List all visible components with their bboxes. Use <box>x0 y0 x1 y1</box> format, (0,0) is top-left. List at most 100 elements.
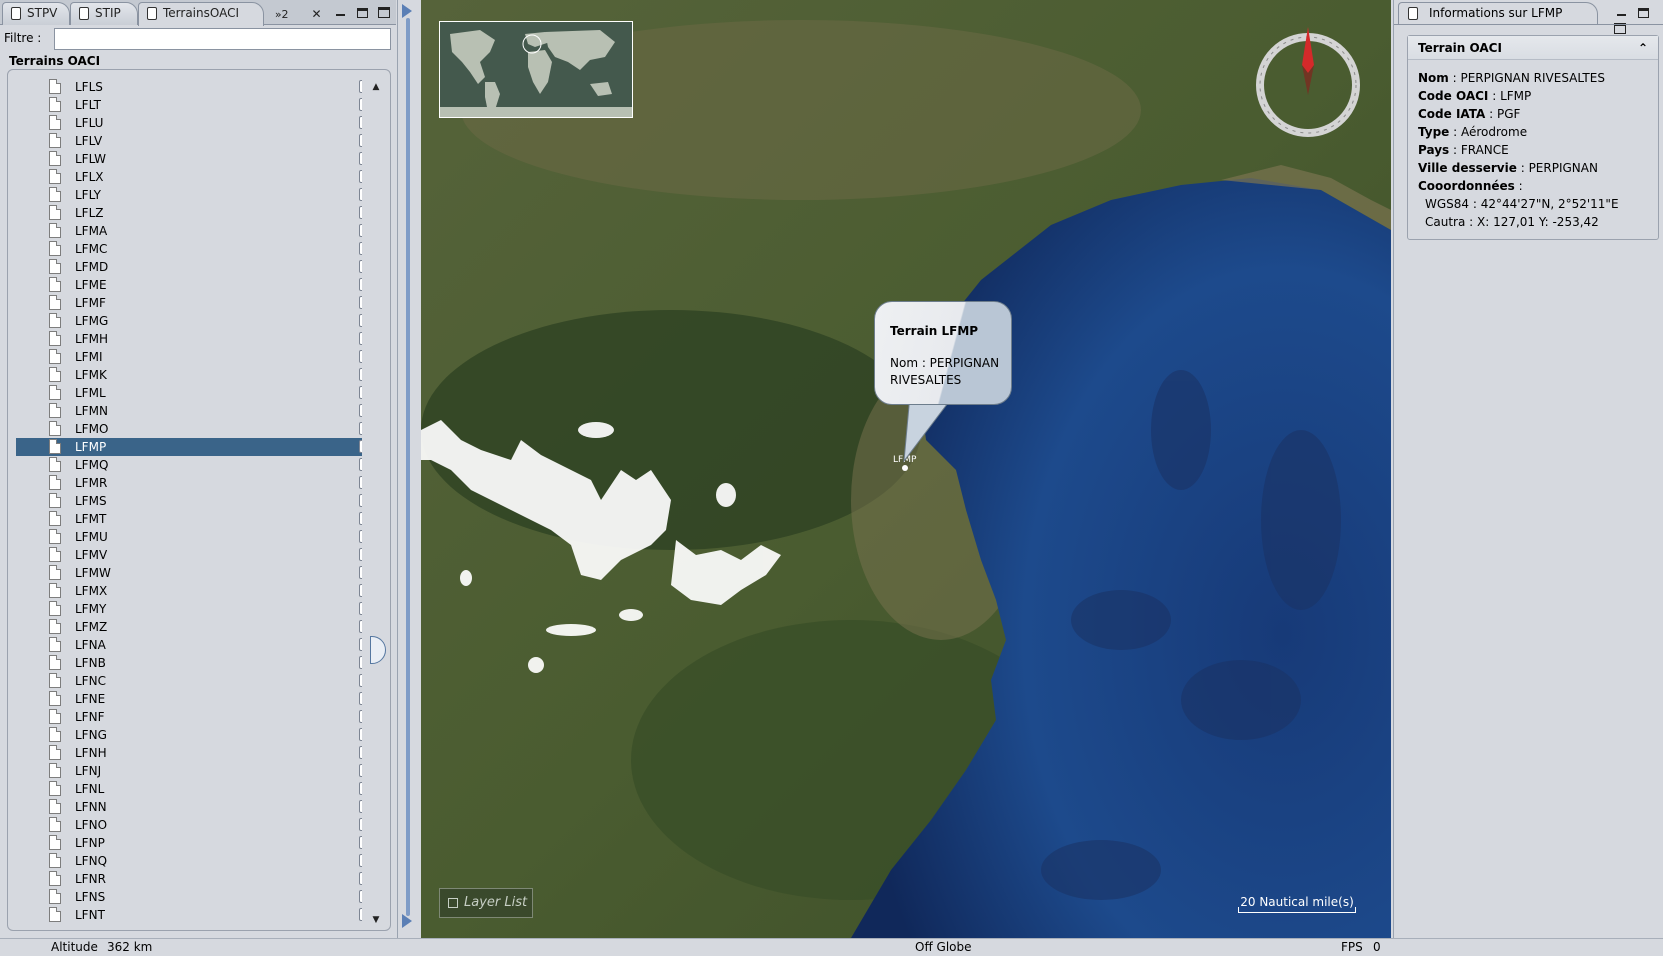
airfield-checkbox[interactable] <box>359 692 362 705</box>
airfield-checkbox[interactable] <box>359 674 362 687</box>
airfield-checkbox[interactable] <box>359 404 362 417</box>
airfield-checkbox[interactable] <box>359 512 362 525</box>
layer-list-checkbox[interactable] <box>448 898 458 908</box>
airfield-checkbox[interactable] <box>359 152 362 165</box>
restore-icon[interactable] <box>357 8 369 18</box>
section-header[interactable]: Terrain OACI ⌃ <box>1408 36 1658 60</box>
list-item[interactable]: LFMV <box>16 546 362 564</box>
minimize-icon[interactable] <box>1614 4 1628 18</box>
airfield-checkbox[interactable] <box>359 584 362 597</box>
airfield-checkbox[interactable] <box>359 224 362 237</box>
scroll-up-icon[interactable]: ▲ <box>369 80 383 94</box>
airfield-checkbox[interactable] <box>359 746 362 759</box>
airfield-checkbox[interactable] <box>359 530 362 543</box>
airfield-checkbox[interactable] <box>359 656 362 669</box>
airfield-checkbox[interactable] <box>359 260 362 273</box>
list-item[interactable]: LFLT <box>16 96 362 114</box>
airfield-checkbox[interactable] <box>359 350 362 363</box>
airfield-checkbox[interactable] <box>359 332 362 345</box>
collapse-arrow-icon[interactable] <box>402 4 412 18</box>
list-item[interactable]: LFMR <box>16 474 362 492</box>
airfield-checkbox[interactable] <box>359 638 362 651</box>
list-item[interactable]: LFLZ <box>16 204 362 222</box>
list-item[interactable]: LFMF <box>16 294 362 312</box>
airfield-checkbox[interactable] <box>359 314 362 327</box>
list-item[interactable]: LFNJ <box>16 762 362 780</box>
list-item[interactable]: LFMU <box>16 528 362 546</box>
airfield-checkbox[interactable] <box>359 458 362 471</box>
airfield-checkbox[interactable] <box>359 566 362 579</box>
panel-splitter[interactable] <box>397 0 419 938</box>
list-item[interactable]: LFMZ <box>16 618 362 636</box>
collapse-icon[interactable]: ⌃ <box>1638 36 1648 60</box>
airfield-checkbox[interactable] <box>359 800 362 813</box>
airfield-checkbox[interactable] <box>359 80 362 93</box>
list-item[interactable]: LFNF <box>16 708 362 726</box>
list-item[interactable]: LFME <box>16 276 362 294</box>
collapse-arrow-icon[interactable] <box>402 914 412 928</box>
airfield-checkbox[interactable] <box>359 476 362 489</box>
airfield-checkbox[interactable] <box>359 422 362 435</box>
list-item[interactable]: LFNG <box>16 726 362 744</box>
globe-map[interactable]: LFMP Terrain LFMP Nom : PERPIGNAN RIVESA… <box>421 0 1391 938</box>
airfield-checkbox[interactable] <box>359 368 362 381</box>
world-minimap[interactable] <box>439 21 633 118</box>
list-item[interactable]: LFLV <box>16 132 362 150</box>
airfield-checkbox[interactable] <box>359 602 362 615</box>
list-item[interactable]: LFNT <box>16 906 362 924</box>
airfield-checkbox[interactable]: ✓ <box>359 440 362 453</box>
list-item[interactable]: LFNN <box>16 798 362 816</box>
list-item[interactable]: LFMH <box>16 330 362 348</box>
airfield-checkbox[interactable] <box>359 134 362 147</box>
airfield-checkbox[interactable] <box>359 206 362 219</box>
scrollbar[interactable]: ▲ ▼ <box>369 80 386 927</box>
scroll-thumb[interactable] <box>370 636 386 664</box>
list-item[interactable]: LFNH <box>16 744 362 762</box>
airfield-checkbox[interactable] <box>359 188 362 201</box>
airfield-checkbox[interactable] <box>359 836 362 849</box>
list-item[interactable]: LFMQ <box>16 456 362 474</box>
maximize-icon[interactable] <box>378 7 390 18</box>
airfield-checkbox[interactable] <box>359 296 362 309</box>
list-item[interactable]: LFMD <box>16 258 362 276</box>
list-item[interactable]: LFMP ✓ <box>16 438 362 456</box>
list-item[interactable]: LFLU <box>16 114 362 132</box>
airfield-checkbox[interactable] <box>359 494 362 507</box>
list-item[interactable]: LFNE <box>16 690 362 708</box>
filter-input[interactable] <box>54 28 391 50</box>
airfield-checkbox[interactable] <box>359 98 362 111</box>
splitter-bar[interactable] <box>406 18 410 916</box>
airfield-checkbox[interactable] <box>359 548 362 561</box>
list-item[interactable]: LFNA <box>16 636 362 654</box>
overflow-tabs-icon[interactable]: »2 <box>272 8 292 22</box>
tab-stpv[interactable]: STPV <box>2 2 70 25</box>
airfield-checkbox[interactable] <box>359 782 362 795</box>
tab-terrainsoaci[interactable]: TerrainsOACI <box>138 2 264 26</box>
list-item[interactable]: LFNP <box>16 834 362 852</box>
list-item[interactable]: LFMA <box>16 222 362 240</box>
tab-informations[interactable]: Informations sur LFMP <box>1398 2 1598 25</box>
scroll-down-icon[interactable]: ▼ <box>369 913 383 927</box>
airfield-checkbox[interactable] <box>359 620 362 633</box>
airfield-checkbox[interactable] <box>359 854 362 867</box>
list-item[interactable]: LFNQ <box>16 852 362 870</box>
airfield-checkbox[interactable] <box>359 386 362 399</box>
list-item[interactable]: LFLX <box>16 168 362 186</box>
list-item[interactable]: LFLY <box>16 186 362 204</box>
list-item[interactable]: LFMK <box>16 366 362 384</box>
airfield-checkbox[interactable] <box>359 170 362 183</box>
list-item[interactable]: LFNC <box>16 672 362 690</box>
airfield-checkbox[interactable] <box>359 764 362 777</box>
airfield-checkbox[interactable] <box>359 890 362 903</box>
airfield-checkbox[interactable] <box>359 818 362 831</box>
airfield-checkbox[interactable] <box>359 710 362 723</box>
list-item[interactable]: LFMS <box>16 492 362 510</box>
airfield-checkbox[interactable] <box>359 728 362 741</box>
info-balloon[interactable]: Terrain LFMP Nom : PERPIGNAN RIVESALTES <box>874 301 1012 405</box>
list-item[interactable]: LFNS <box>16 888 362 906</box>
airfield-checkbox[interactable] <box>359 116 362 129</box>
list-item[interactable]: LFNB <box>16 654 362 672</box>
airfield-checkbox[interactable] <box>359 908 362 921</box>
list-item[interactable]: LFMT <box>16 510 362 528</box>
airfield-marker[interactable] <box>902 465 908 471</box>
